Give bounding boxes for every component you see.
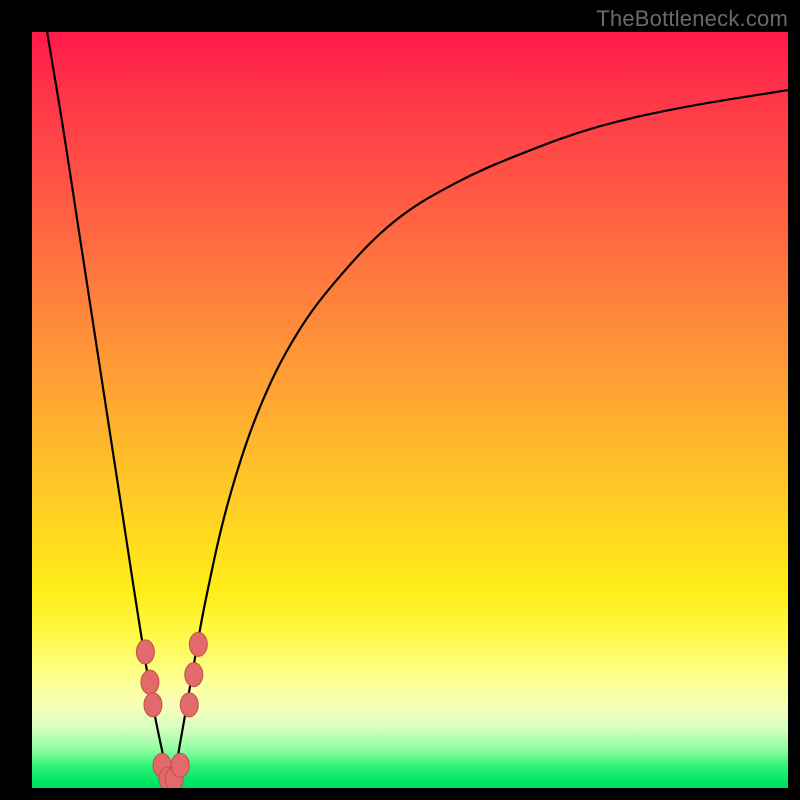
data-marker: [171, 753, 189, 777]
chart-frame: TheBottleneck.com: [0, 0, 800, 800]
data-marker: [144, 693, 162, 717]
curve-layer: [32, 32, 788, 788]
data-marker: [141, 670, 159, 694]
data-marker: [180, 693, 198, 717]
watermark-text: TheBottleneck.com: [596, 6, 788, 32]
data-markers: [136, 632, 207, 788]
data-marker: [136, 640, 154, 664]
bottleneck-curve: [47, 32, 788, 788]
data-marker: [189, 632, 207, 656]
plot-area: [32, 32, 788, 788]
data-marker: [185, 663, 203, 687]
